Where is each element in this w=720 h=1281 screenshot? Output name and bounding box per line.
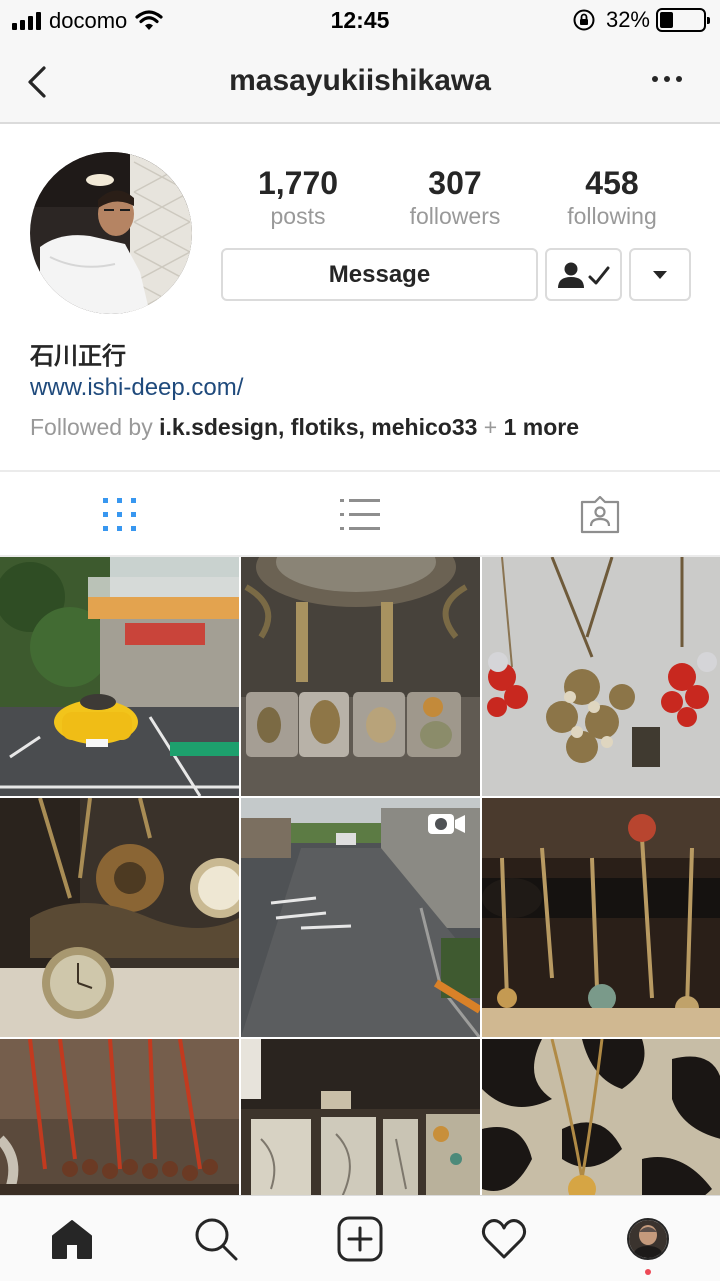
profile-photo <box>30 152 192 314</box>
tab-tagged[interactable] <box>480 472 720 557</box>
tab-list[interactable] <box>240 472 480 557</box>
posts-label: posts <box>270 203 326 229</box>
user-check-icon <box>557 262 609 288</box>
battery-percent: 32% <box>605 7 650 32</box>
battery-icon <box>656 8 710 32</box>
post-thumbnail-1[interactable] <box>0 557 239 796</box>
nav-home[interactable] <box>0 1196 144 1281</box>
profile-tab-avatar <box>627 1218 669 1260</box>
followed-by-plus: + <box>483 414 498 440</box>
mutual-follower-3[interactable]: mehico33 <box>371 414 477 440</box>
following-count: 458 <box>585 165 639 201</box>
stat-followers[interactable]: 307 followers <box>370 164 540 230</box>
suggestions-dropdown-button[interactable] <box>629 248 691 301</box>
notification-dot <box>645 1269 651 1275</box>
following-button[interactable] <box>545 248 622 301</box>
mutual-follower-2[interactable]: flotiks <box>291 414 359 440</box>
nav-search[interactable] <box>144 1196 288 1281</box>
search-icon <box>195 1218 238 1261</box>
post-thumbnail-4[interactable] <box>0 798 239 1037</box>
profile-avatar[interactable] <box>30 152 192 314</box>
profile-view-tabs <box>0 470 720 557</box>
heart-icon <box>481 1219 527 1259</box>
post-thumbnail-8[interactable] <box>241 1039 480 1195</box>
followed-by[interactable]: Followed by i.k.sdesign, flotiks, mehico… <box>30 414 579 441</box>
nav-profile[interactable] <box>576 1196 720 1281</box>
followers-label: followers <box>409 203 501 229</box>
profile-header: masayukiishikawa <box>0 40 720 124</box>
post-thumbnail-3[interactable] <box>482 557 720 796</box>
profile-website-link[interactable]: www.ishi-deep.com/ <box>30 374 243 402</box>
nav-new-post[interactable] <box>288 1196 432 1281</box>
home-icon <box>52 1220 92 1259</box>
post-thumbnail-9[interactable] <box>482 1039 720 1195</box>
message-button[interactable]: Message <box>221 248 538 301</box>
page-title: masayukiishikawa <box>229 64 491 97</box>
chevron-down-icon <box>653 270 667 279</box>
followed-by-prefix: Followed by <box>30 414 153 440</box>
post-thumbnail-2[interactable] <box>241 557 480 796</box>
post-thumbnail-5[interactable] <box>241 798 480 1037</box>
stat-posts: 1,770 posts <box>213 164 383 230</box>
tab-grid[interactable] <box>0 472 240 557</box>
more-options-icon[interactable] <box>652 76 682 86</box>
post-thumbnail-7[interactable] <box>0 1039 239 1195</box>
bottom-navigation <box>0 1195 720 1281</box>
following-label: following <box>567 203 657 229</box>
followed-by-more[interactable]: 1 more <box>504 414 579 440</box>
posts-count: 1,770 <box>257 165 339 201</box>
nav-activity[interactable] <box>432 1196 576 1281</box>
tagged-photos-icon <box>580 495 620 533</box>
new-post-icon <box>337 1216 383 1262</box>
orientation-lock-icon <box>573 9 595 31</box>
battery-level <box>660 12 674 28</box>
post-thumbnail-6[interactable] <box>482 798 720 1037</box>
mutual-follower-1[interactable]: i.k.sdesign <box>159 414 278 440</box>
posts-grid <box>0 557 720 1195</box>
list-view-icon <box>340 498 380 530</box>
grid-view-icon <box>103 497 136 531</box>
profile-full-name: 石川正行 <box>30 342 126 370</box>
status-bar: docomo 12:45 32% <box>0 0 720 40</box>
stat-following[interactable]: 458 following <box>527 164 697 230</box>
followers-count: 307 <box>428 165 482 201</box>
